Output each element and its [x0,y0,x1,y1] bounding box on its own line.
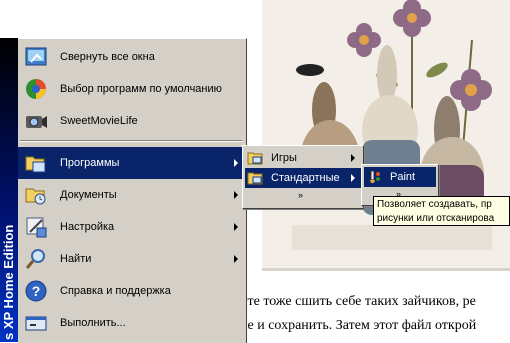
accessories-folder-icon [247,171,263,185]
paint-icon [366,170,382,184]
menu-item-show-desktop[interactable]: Свернуть все окна [18,41,244,73]
menu-item-label: Найти [60,253,92,265]
submenu-item-accessories[interactable]: Стандартные [245,168,361,188]
menu-item-search[interactable]: Найти [18,243,244,275]
documents-icon [24,183,48,207]
camera-icon [24,109,48,133]
expand-more-icon[interactable]: » [298,190,303,200]
menu-item-label: SweetMovieLife [60,115,138,127]
games-folder-icon [247,151,263,165]
tooltip-text-line: рисунки или отсканирова [377,213,495,224]
tooltip-text-line: Позволяет создавать, пр [377,199,492,210]
menu-item-help[interactable]: ? Справка и поддержка [18,275,244,307]
paint-tooltip: Позволяет создавать, пр рисунки или отск… [373,196,510,226]
settings-icon [24,215,48,239]
menu-item-label: Справка и поддержка [60,285,171,297]
document-text-line: ите тоже сшить себе таких зайчиков, ре [240,294,476,309]
start-menu-sidebar-banner: s XP Home Edition [0,38,18,342]
submenu-arrow-icon [234,255,238,263]
submenu-arrow-icon [351,154,355,162]
menu-item-documents[interactable]: Документы [18,179,244,211]
submenu-item-label: Paint [390,171,416,183]
submenu-arrow-icon [234,191,238,199]
help-icon: ? [24,279,48,303]
search-icon [24,247,48,271]
svg-text:?: ? [32,283,41,299]
submenu-arrow-icon [234,223,238,231]
menu-item-label: Настройка [60,221,115,233]
sidebar-brand-text: s XP Home Edition [1,224,16,340]
menu-separator [20,140,242,142]
photo-border [262,268,510,271]
programs-folder-icon [24,151,48,175]
run-icon [24,311,48,335]
menu-item-label: Свернуть все окна [60,51,155,63]
default-programs-icon [24,77,48,101]
menu-item-run[interactable]: Выполнить... [18,307,244,339]
menu-item-label: Документы [60,189,117,201]
submenu-item-label: Стандартные [271,172,340,184]
submenu-item-paint[interactable]: Paint [364,167,436,187]
start-menu: Свернуть все окна Выбор программ по умол… [18,38,247,343]
menu-item-default-programs[interactable]: Выбор программ по умолчанию [18,73,244,105]
programs-submenu: Игры Стандартные » [242,145,364,209]
menu-item-label: Программы [60,157,120,169]
show-desktop-icon [24,45,48,69]
submenu-arrow-icon [234,159,238,167]
photo-illustration [262,0,510,268]
menu-item-programs[interactable]: Программы [18,147,244,179]
menu-item-settings[interactable]: Настройка [18,211,244,243]
menu-item-label: Выполнить... [60,317,126,329]
menu-item-sweetmovielife[interactable]: SweetMovieLife [18,105,244,137]
submenu-arrow-icon [351,174,355,182]
submenu-item-games[interactable]: Игры [245,148,361,168]
bunny-dolls-photo [262,0,510,268]
submenu-item-label: Игры [271,152,297,164]
menu-item-label: Выбор программ по умолчанию [60,83,222,95]
document-text-line: не и сохранить. Затем этот файл открой [240,318,477,333]
